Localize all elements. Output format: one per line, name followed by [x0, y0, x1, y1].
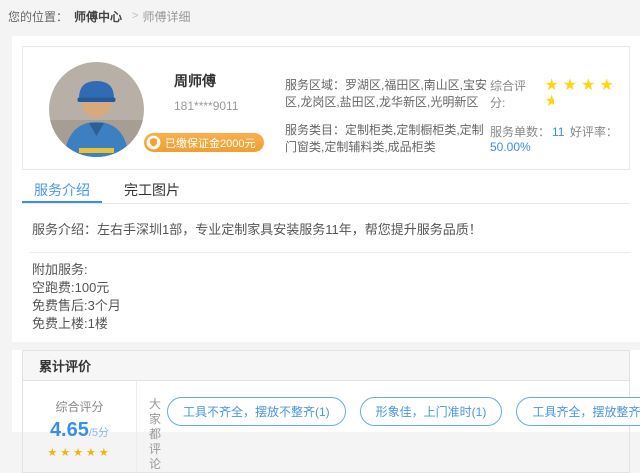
- review-tag[interactable]: 形象佳，上门准时(1): [360, 397, 503, 426]
- master-name: 周师傅: [174, 71, 216, 91]
- tab-finished-photos[interactable]: 完工图片: [112, 178, 192, 203]
- overall-rating-row: 综合评分: ★★★★★: [490, 77, 623, 111]
- deposit-badge-label: 已缴保证金2000元: [165, 135, 255, 151]
- extra-service-item: 免费上楼:1楼: [32, 315, 630, 333]
- orders-row: 服务单数：11 好评率： 50.00%: [490, 123, 623, 154]
- review-tag[interactable]: 工具齐全，摆放整齐(1): [516, 397, 640, 426]
- overall-score-label: 综合评分: [23, 398, 136, 415]
- extra-service-item: 空跑费:100元: [32, 279, 630, 297]
- review-tag-list: 工具不齐全，摆放不整齐(1) 形象佳，上门准时(1) 工具齐全，摆放整齐(1): [167, 381, 640, 472]
- breadcrumb-separator: >: [132, 10, 138, 22]
- extra-service-item: 免费售后:3个月: [32, 297, 630, 315]
- worker-photo-icon: [49, 62, 144, 157]
- everyone-comments-label: 大家都评论: [137, 381, 167, 472]
- extra-services: 附加服务: 空跑费:100元 免费售后:3个月 免费上楼:1楼: [12, 253, 640, 333]
- main-panel: 周师傅 181****9011 已缴保证金2000元 服务区域：罗湖区,福田区,…: [12, 36, 640, 432]
- service-intro-text: 服务介绍：左右手深圳1部，专业定制家具安装服务11年，帮您提升服务品质！: [12, 204, 640, 252]
- positive-rate-value: 50.00%: [490, 140, 531, 154]
- service-category-field: 服务类目：定制柜类,定制橱柜类,定制门窗类,定制辅料类,成品柜类: [285, 122, 490, 156]
- service-area-field: 服务区域：罗湖区,福田区,南山区,宝安区,龙岗区,盐田区,龙华新区,光明新区: [285, 77, 490, 111]
- breadcrumb: 您的位置： 师傅中心 > 师傅详细: [0, 0, 640, 32]
- score-stars-icon: ★★★★★: [23, 448, 136, 459]
- orders-label: 服务单数：: [490, 125, 550, 139]
- rating-stars-icon: ★★★★★: [544, 78, 623, 110]
- review-box-title: 累计评价: [23, 351, 629, 381]
- profile-service-info: 服务区域：罗湖区,福田区,南山区,宝安区,龙岗区,盐田区,龙华新区,光明新区 服…: [285, 47, 490, 169]
- orders-value: 11: [552, 125, 564, 139]
- service-category-label: 服务类目：: [285, 123, 345, 137]
- profile-card: 周师傅 181****9011 已缴保证金2000元 服务区域：罗湖区,福田区,…: [22, 46, 630, 170]
- service-area-label: 服务区域：: [285, 78, 345, 92]
- breadcrumb-link-master-center[interactable]: 师傅中心: [74, 8, 122, 25]
- master-phone: 181****9011: [174, 99, 239, 113]
- tab-service-intro[interactable]: 服务介绍: [22, 178, 102, 203]
- breadcrumb-current: 师傅详细: [142, 8, 190, 25]
- profile-identity: 周师傅 181****9011 已缴保证金2000元: [23, 47, 285, 169]
- positive-rate-label: 好评率：: [570, 125, 618, 139]
- tab-bar: 服务介绍 完工图片: [22, 178, 630, 204]
- overall-score-column: 综合评分 4.65/5分 ★★★★★: [23, 381, 137, 472]
- overall-score-value: 4.65/5分: [23, 419, 136, 442]
- review-body: 综合评分 4.65/5分 ★★★★★ 大家都评论 工具不齐全，摆放不整齐(1) …: [23, 381, 629, 472]
- shield-icon: [146, 135, 161, 150]
- profile-rating: 综合评分: ★★★★★ 服务单数：11 好评率： 50.00%: [490, 47, 629, 169]
- review-tag[interactable]: 工具不齐全，摆放不整齐(1): [167, 397, 346, 426]
- breadcrumb-prefix: 您的位置：: [8, 8, 68, 25]
- overall-score-suffix: /5分: [89, 427, 109, 439]
- cumulative-review-box: 累计评价 综合评分 4.65/5分 ★★★★★ 大家都评论 工具不齐全，摆放不整…: [22, 350, 630, 473]
- avatar: [49, 62, 144, 157]
- extra-services-title: 附加服务:: [32, 261, 630, 279]
- overall-rating-label: 综合评分:: [490, 77, 538, 111]
- section-gap: [12, 342, 640, 350]
- deposit-badge: 已缴保证金2000元: [144, 133, 264, 152]
